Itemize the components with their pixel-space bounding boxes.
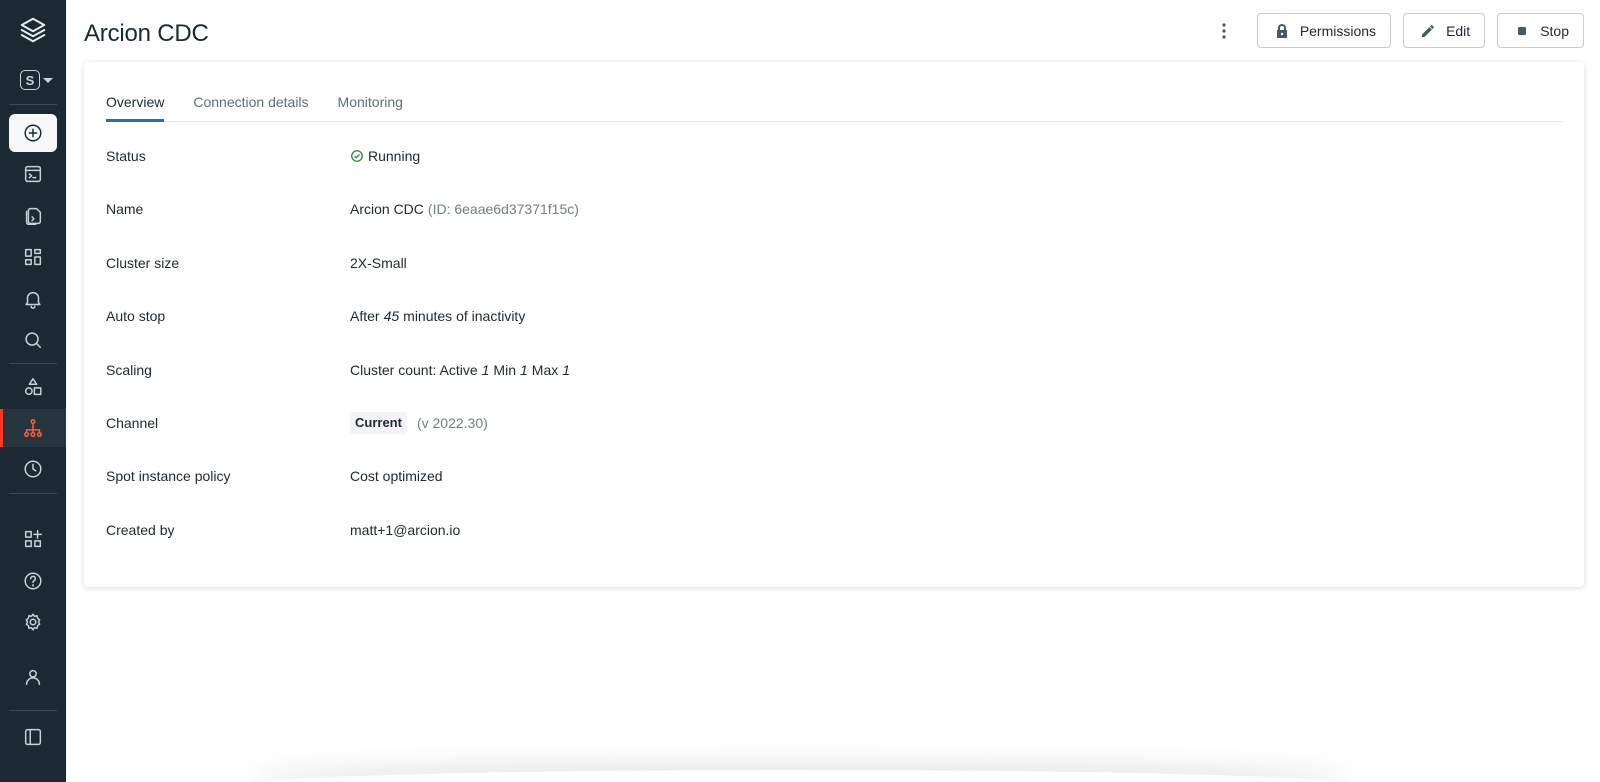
channel-badge: Current [350, 411, 407, 434]
permissions-button[interactable]: Permissions [1256, 13, 1392, 48]
app-logo-icon[interactable] [9, 11, 57, 49]
detail-value: Current (v 2022.30) [350, 411, 488, 468]
sidebar-divider [9, 493, 57, 494]
apps-plus-icon [24, 530, 42, 548]
sidebar-item-data[interactable] [9, 368, 57, 406]
sidebar-item-queries[interactable] [9, 197, 57, 235]
hierarchy-icon [24, 419, 42, 437]
dashboard-icon [24, 248, 42, 266]
detail-row-status: Status Running [106, 148, 579, 201]
chevron-down-icon [43, 77, 53, 83]
channel-version: (v 2022.30) [416, 414, 488, 431]
detail-label: Cluster size [106, 254, 180, 271]
sidebar-divider [9, 363, 57, 364]
detail-label: Spot instance policy [106, 468, 231, 485]
tab-monitoring[interactable]: Monitoring [338, 92, 403, 122]
warehouse-details-card: Overview Connection details Monitoring S… [84, 62, 1584, 587]
sidebar: S [0, 0, 66, 782]
stop-button[interactable]: Stop [1497, 13, 1584, 48]
header-actions: Permissions Edit Stop [1209, 13, 1584, 48]
auto-stop-prefix: After [350, 308, 380, 325]
edit-label: Edit [1446, 22, 1471, 39]
detail-label: Channel [106, 414, 159, 431]
sidebar-item-alerts[interactable] [9, 280, 57, 318]
sidebar-collapse-button[interactable] [9, 718, 57, 756]
scaling-prefix: Cluster count: Active [350, 361, 478, 378]
kebab-icon [1222, 22, 1226, 39]
user-icon [25, 669, 41, 686]
detail-row-scaling: Scaling Cluster count: Active 1 Min 1 Ma… [106, 362, 579, 415]
more-actions-button[interactable] [1209, 14, 1239, 48]
page-title: Arcion CDC [84, 20, 209, 47]
detail-label: Auto stop [106, 308, 166, 325]
bell-icon [25, 291, 41, 309]
scaling-active: 1 [481, 361, 490, 378]
terminal-window-icon [24, 165, 42, 183]
detail-value: Cluster count: Active 1 Min 1 Max 1 [350, 362, 570, 415]
detail-value: Arcion CDC (ID: 6eaae6d37371f15c) [350, 201, 579, 254]
tab-connection-details[interactable]: Connection details [193, 92, 308, 122]
sidebar-item-new[interactable] [9, 114, 57, 152]
sidebar-item-dashboards[interactable] [9, 238, 57, 276]
details-list: Status Running Name Arcion CDC (ID: 6eaa… [106, 148, 579, 575]
scaling-max: 1 [562, 361, 571, 378]
edit-button[interactable]: Edit [1403, 13, 1486, 48]
sidebar-item-user[interactable] [9, 658, 57, 696]
detail-label: Scaling [106, 361, 152, 378]
sidebar-divider [9, 710, 57, 711]
sidebar-item-partner-connect[interactable] [9, 520, 57, 558]
tab-overview[interactable]: Overview [106, 92, 165, 122]
sidebar-item-search[interactable] [9, 321, 57, 359]
scaling-min-label: Min [493, 361, 516, 378]
detail-label: Created by [106, 521, 175, 538]
sidebar-item-query-history[interactable] [9, 450, 57, 488]
tab-bar: Overview Connection details Monitoring [106, 92, 1562, 122]
detail-value: matt+1@arcion.io [350, 521, 461, 538]
clock-icon [24, 460, 42, 478]
help-circle-icon [24, 572, 42, 590]
warehouse-id: (ID: 6eaae6d37371f15c) [427, 201, 579, 218]
detail-label: Name [106, 201, 144, 218]
detail-label: Status [106, 148, 146, 164]
bottom-shadow [250, 770, 1350, 782]
pencil-icon [1422, 24, 1434, 37]
sidebar-collapse-icon [24, 728, 42, 746]
status-text: Running [368, 148, 421, 164]
permissions-label: Permissions [1299, 22, 1377, 39]
detail-value: After 45 minutes of inactivity [350, 308, 525, 361]
sidebar-divider [9, 104, 57, 105]
detail-row-cluster-size: Cluster size 2X-Small [106, 255, 579, 308]
sidebar-item-sql-editor[interactable] [9, 155, 57, 193]
auto-stop-suffix: minutes of inactivity [403, 308, 526, 325]
stop-label: Stop [1540, 22, 1569, 39]
detail-row-name: Name Arcion CDC (ID: 6eaae6d37371f15c) [106, 201, 579, 254]
check-circle-icon [350, 148, 364, 166]
detail-value: 2X-Small [350, 254, 407, 271]
detail-row-spot-policy: Spot instance policy Cost optimized [106, 468, 579, 521]
plus-circle-icon [24, 124, 42, 142]
gear-icon [25, 613, 41, 631]
stop-icon [1518, 26, 1527, 35]
shapes-icon [24, 378, 42, 396]
warehouse-name: Arcion CDC [350, 201, 424, 218]
workspace-switcher[interactable]: S [20, 70, 53, 90]
sidebar-item-settings[interactable] [9, 603, 57, 641]
scaling-min: 1 [519, 361, 528, 378]
sidebar-item-help[interactable] [9, 562, 57, 600]
lock-icon [1276, 23, 1287, 38]
search-icon [25, 332, 42, 349]
detail-value: Cost optimized [350, 468, 443, 485]
scaling-max-label: Max [531, 361, 559, 378]
sidebar-item-sql-warehouses[interactable] [0, 409, 66, 447]
detail-row-auto-stop: Auto stop After 45 minutes of inactivity [106, 308, 579, 361]
detail-value: Running [350, 148, 420, 201]
detail-row-channel: Channel Current (v 2022.30) [106, 411, 579, 468]
workspace-badge: S [20, 70, 40, 90]
auto-stop-minutes: 45 [383, 308, 400, 325]
detail-row-created-by: Created by matt+1@arcion.io [106, 522, 579, 575]
files-icon [25, 207, 42, 225]
